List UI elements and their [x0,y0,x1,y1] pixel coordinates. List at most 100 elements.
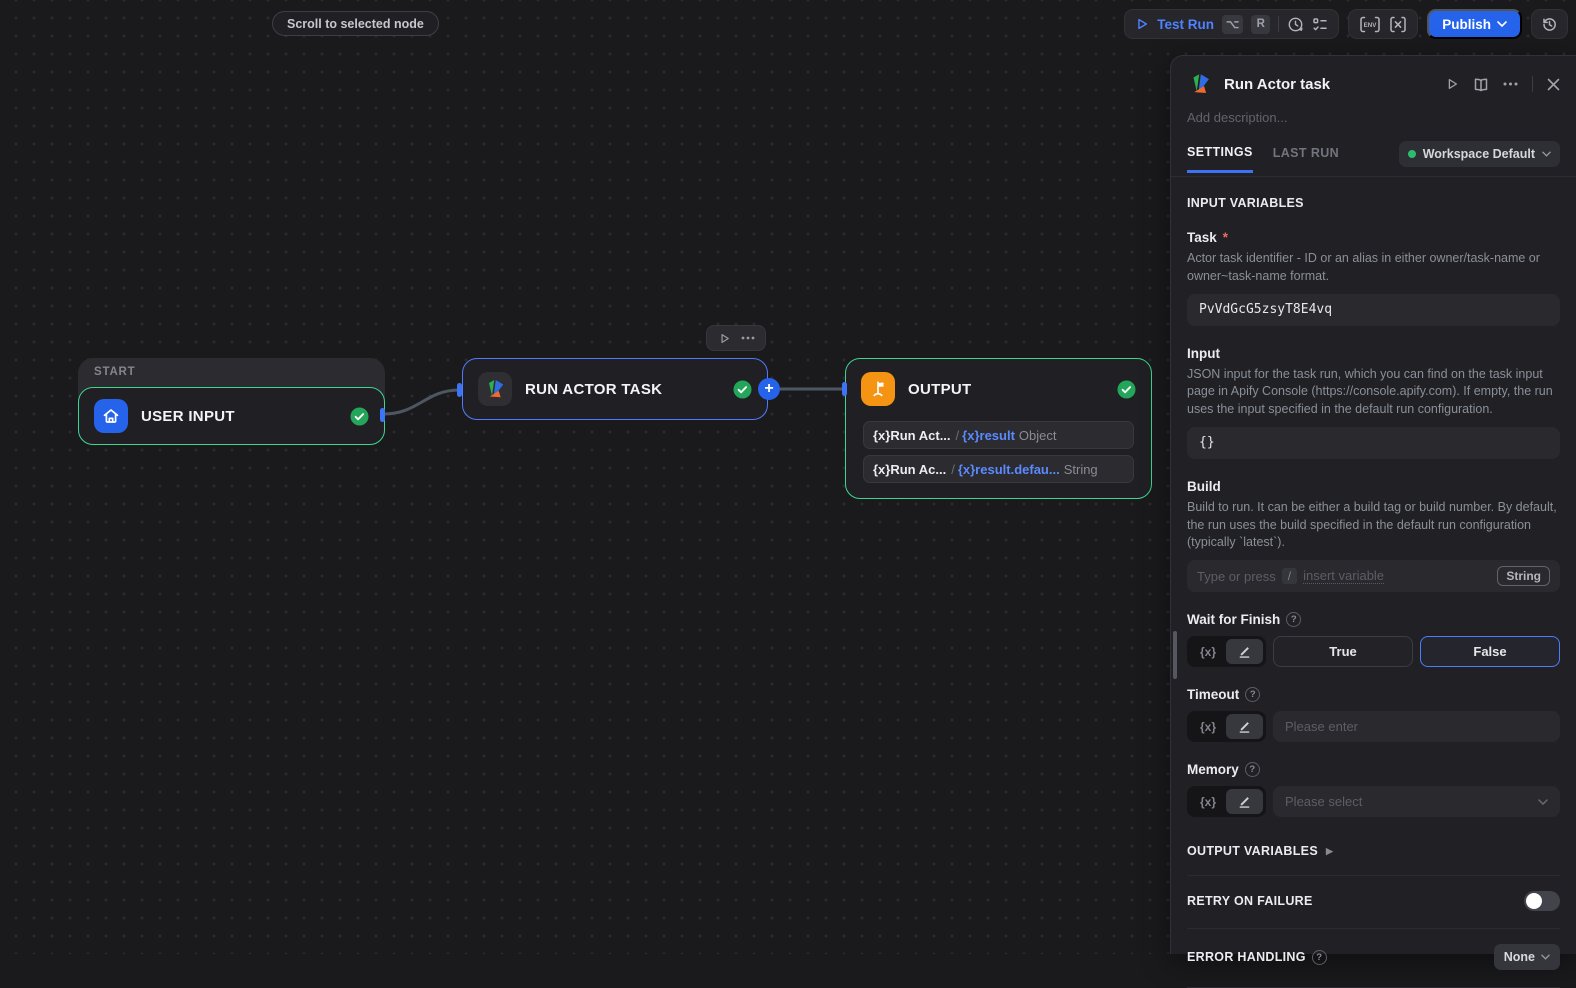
topbar: Test Run ⌥ R ENV [1124,9,1568,39]
start-group: START USER INPUT [78,358,385,445]
insert-variable-link[interactable]: insert variable [1303,568,1384,584]
run-checklist-icon[interactable] [1312,17,1328,32]
workspace-label: Workspace Default [1423,147,1535,161]
help-icon[interactable]: ? [1312,950,1327,965]
build-input[interactable]: Type or press / insert variable String [1187,560,1560,592]
output-variables-section[interactable]: OUTPUT VARIABLES ▶ [1187,844,1560,858]
build-label: Build [1187,479,1221,494]
wait-for-finish-group: Wait for Finish ? {x} True False [1187,612,1560,667]
memory-select[interactable]: Please select [1273,786,1560,817]
required-mark: * [1223,230,1228,245]
shortcut-option-key: ⌥ [1222,15,1243,34]
env-vars-group: ENV [1348,9,1418,39]
false-button[interactable]: False [1420,636,1560,667]
value-mode-toggle: {x} [1187,786,1266,817]
schedule-run-icon[interactable] [1287,16,1304,33]
output-flag-icon [861,372,895,406]
node-more-icon[interactable] [741,336,755,340]
edit-mode-button[interactable] [1226,639,1263,664]
error-handling-value: None [1504,950,1535,964]
variables-icon[interactable] [1389,16,1407,33]
timeout-label: Timeout [1187,687,1239,702]
chevron-down-icon [1497,21,1507,27]
input-description: JSON input for the task run, which you c… [1187,366,1560,419]
input-field-group: Input JSON input for the task run, which… [1187,346,1560,459]
panel-scrollbar[interactable] [1173,631,1177,679]
divider [1187,875,1560,876]
node-user-input[interactable]: USER INPUT [78,387,385,445]
publish-label: Publish [1442,17,1491,32]
node-output[interactable]: OUTPUT {x}Run Act... / {x}result Object … [845,358,1152,499]
error-handling-select[interactable]: None [1494,944,1560,970]
memory-group: Memory ? {x} Please select [1187,762,1560,817]
add-node-button[interactable]: + [758,378,780,400]
apify-logo-icon [1187,71,1213,97]
variable-source: {x}Run Ac... [873,462,946,477]
input-label: Input [1187,346,1220,361]
json-input[interactable] [1187,427,1560,459]
variable-mode-button[interactable]: {x} [1190,720,1226,734]
variable-source: {x}Run Act... [873,428,951,443]
test-run-play-icon[interactable] [1135,17,1149,31]
build-field-group: Build Build to run. It can be either a b… [1187,479,1560,592]
value-mode-toggle: {x} [1187,636,1266,667]
more-options-icon[interactable] [1503,82,1518,86]
test-run-button[interactable]: Test Run [1157,17,1214,32]
task-description: Actor task identifier - ID or an alias i… [1187,250,1560,286]
edit-mode-button[interactable] [1226,714,1263,739]
description-placeholder[interactable]: Add description... [1171,97,1576,125]
output-variable-pill[interactable]: {x}Run Ac... / {x}result.defau... String [863,455,1134,483]
docs-icon[interactable] [1473,77,1489,92]
node-title: USER INPUT [141,408,350,425]
workspace-status-dot [1408,150,1416,158]
success-check-icon [1117,380,1136,399]
task-input[interactable] [1187,294,1560,326]
svg-text:ENV: ENV [1364,22,1378,29]
env-icon[interactable]: ENV [1359,16,1381,33]
scroll-to-selected-node-button[interactable]: Scroll to selected node [272,11,439,36]
help-icon[interactable]: ? [1245,762,1260,777]
input-handle[interactable] [457,383,462,397]
run-step-icon[interactable] [1445,77,1459,91]
wait-for-finish-label: Wait for Finish [1187,612,1280,627]
variable-separator: / [956,428,960,443]
success-check-icon [350,407,369,426]
help-icon[interactable]: ? [1245,687,1260,702]
tab-last-run[interactable]: LAST RUN [1273,146,1339,171]
error-handling-heading: ERROR HANDLING ? [1187,950,1327,965]
publish-button[interactable]: Publish [1427,9,1522,39]
output-handle[interactable] [380,408,385,422]
chevron-down-icon [1538,799,1548,805]
task-label: Task [1187,230,1217,245]
output-variable-pill[interactable]: {x}Run Act... / {x}result Object [863,421,1134,449]
tab-settings[interactable]: SETTINGS [1187,145,1253,173]
run-node-icon[interactable] [718,332,731,345]
divider [1278,16,1279,32]
retry-on-failure-toggle[interactable] [1524,891,1560,911]
timeout-input[interactable] [1273,711,1560,742]
apify-logo-icon [478,372,512,406]
string-type-badge: String [1497,566,1550,586]
variable-mode-button[interactable]: {x} [1190,645,1226,659]
chevron-down-icon [1542,151,1551,157]
close-panel-icon[interactable] [1547,78,1560,91]
node-run-actor-task[interactable]: RUN ACTOR TASK [462,358,768,420]
node-config-panel: Run Actor task Add description... SETTIN… [1170,55,1576,954]
output-variables-heading: OUTPUT VARIABLES [1187,844,1318,858]
node-title: RUN ACTOR TASK [525,381,733,398]
memory-label: Memory [1187,762,1239,777]
version-history-icon[interactable] [1541,16,1558,33]
variable-mode-button[interactable]: {x} [1190,795,1226,809]
variable-path: {x}result [962,428,1015,443]
task-field-group: Task * Actor task identifier - ID or an … [1187,230,1560,326]
input-handle[interactable] [842,382,847,396]
start-group-label: START [78,358,385,378]
true-button[interactable]: True [1273,636,1413,667]
help-icon[interactable]: ? [1286,612,1301,627]
workspace-selector[interactable]: Workspace Default [1399,141,1560,167]
node-toolbar [706,325,766,351]
edit-mode-button[interactable] [1226,789,1263,814]
timeout-group: Timeout ? {x} [1187,687,1560,742]
input-variables-heading: INPUT VARIABLES [1187,196,1560,210]
build-description: Build to run. It can be either a build t… [1187,499,1560,552]
